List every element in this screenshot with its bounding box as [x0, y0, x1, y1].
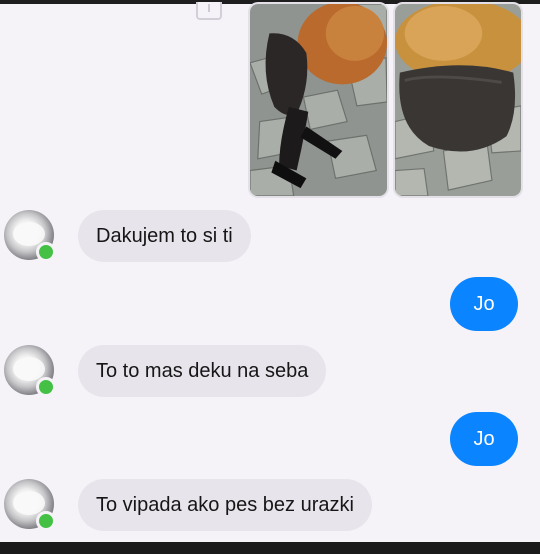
photo-1-image [250, 4, 387, 196]
photo-attachment-1[interactable] [248, 2, 389, 198]
incoming-message[interactable]: To to mas deku na seba [78, 345, 327, 397]
photo-attachment-2[interactable] [393, 2, 523, 198]
bottom-bar [0, 542, 540, 554]
incoming-message[interactable]: To vipada ako pes bez urazki [78, 479, 372, 531]
outgoing-message[interactable]: Jo [450, 412, 518, 466]
online-status-icon [36, 511, 56, 531]
avatar[interactable] [4, 479, 56, 531]
avatar[interactable] [4, 345, 56, 397]
outgoing-message[interactable]: Jo [450, 277, 518, 331]
avatar[interactable] [4, 210, 56, 262]
share-icon[interactable] [196, 2, 222, 20]
incoming-message[interactable]: Dakujem to si ti [78, 210, 251, 262]
photo-2-image [395, 4, 521, 196]
online-status-icon [36, 377, 56, 397]
online-status-icon [36, 242, 56, 262]
